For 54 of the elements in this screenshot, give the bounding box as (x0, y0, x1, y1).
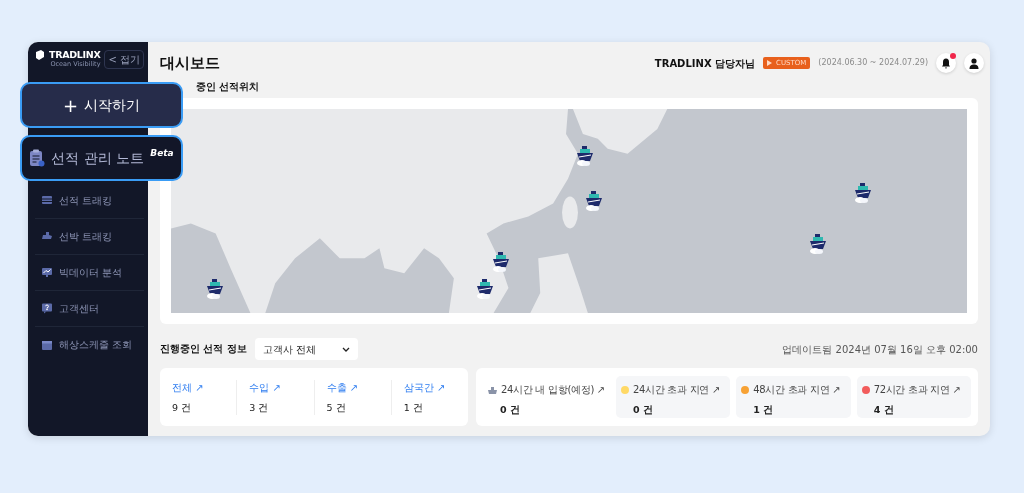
logo: TRADLINX (49, 50, 101, 60)
sidebar-item[interactable]: 해상스케줄 조회 (35, 326, 144, 363)
ship-icon[interactable] (492, 251, 511, 274)
chevron-icon (341, 346, 350, 352)
status-link[interactable]: 48시간 초과 지연 ↗ (741, 382, 846, 398)
status-link[interactable]: 24시간 내 입항(예정) ↗ (488, 382, 605, 398)
user-name: TRADLINX 담당자님 (654, 56, 756, 71)
section-title: 진행중인 선적 정보 (160, 342, 247, 357)
help-icon (41, 302, 53, 315)
updated-time: 업데이트됨 2024년 07월 16일 오후 02:00 (782, 342, 978, 357)
sidebar-item[interactable]: 선박 트래킹 (35, 218, 144, 255)
sidebar-item[interactable]: 빅데이터 분석 (35, 254, 144, 291)
total-link[interactable]: 삼국간 ↗ (403, 379, 456, 395)
collapse-button[interactable]: < 접기 (104, 50, 144, 69)
shipment-count: 3 건 (249, 400, 270, 415)
shipment-count: 4 건 (872, 403, 895, 418)
calendar-icon (41, 338, 53, 351)
ship-icon[interactable] (853, 181, 872, 204)
sidebar-item[interactable]: 선적 트래킹 (35, 182, 144, 219)
bell-icon (941, 57, 951, 69)
sidebar-item[interactable]: 고객센터 (35, 290, 144, 327)
ship-icon[interactable] (205, 277, 224, 300)
shipment-count: 1 건 (403, 400, 424, 415)
page-title: 대시보드 (160, 52, 220, 74)
ship-icon[interactable] (809, 232, 828, 255)
shipment-count: 0 건 (499, 403, 521, 418)
ship-icon[interactable] (575, 145, 594, 168)
play-icon (767, 60, 773, 66)
plus-icon: + (62, 91, 79, 119)
section-title: 중인 선적위치 (195, 80, 261, 94)
date-range: (2024.06.30 ~ 2024.07.29) (818, 57, 928, 69)
customer-dropdown[interactable]: 고객사 전체 (254, 338, 358, 361)
shipment-count: 9 건 (172, 400, 193, 415)
shipment-count: 0 건 (631, 403, 654, 418)
menu-item[interactable]: 선적 관리 노트 Beta (20, 135, 183, 181)
total-link[interactable]: 수출 ↗ (326, 379, 379, 395)
user-icon (969, 57, 979, 69)
status-link[interactable]: 72시간 초과 지연 ↗ (861, 382, 966, 398)
total-link[interactable]: 수입 ↗ (249, 379, 302, 395)
start-button[interactable]: + 시작하기 (20, 82, 183, 128)
ship-icon[interactable] (584, 190, 603, 213)
status-link[interactable]: 24시간 초과 지연 ↗ (620, 382, 726, 398)
profile-button[interactable] (964, 53, 984, 73)
beta-label: Beta (150, 147, 174, 160)
chart-icon (41, 266, 53, 279)
shipment-count: 5 건 (326, 400, 347, 415)
clipboard-icon (29, 149, 46, 167)
ship-icon (488, 385, 497, 394)
logo-icon (35, 50, 45, 60)
container-icon (41, 194, 53, 207)
notification-button[interactable] (936, 53, 956, 73)
total-link[interactable]: 전체 ↗ (172, 379, 225, 395)
shipment-count: 1 건 (752, 403, 775, 418)
ship-icon[interactable] (475, 277, 494, 300)
